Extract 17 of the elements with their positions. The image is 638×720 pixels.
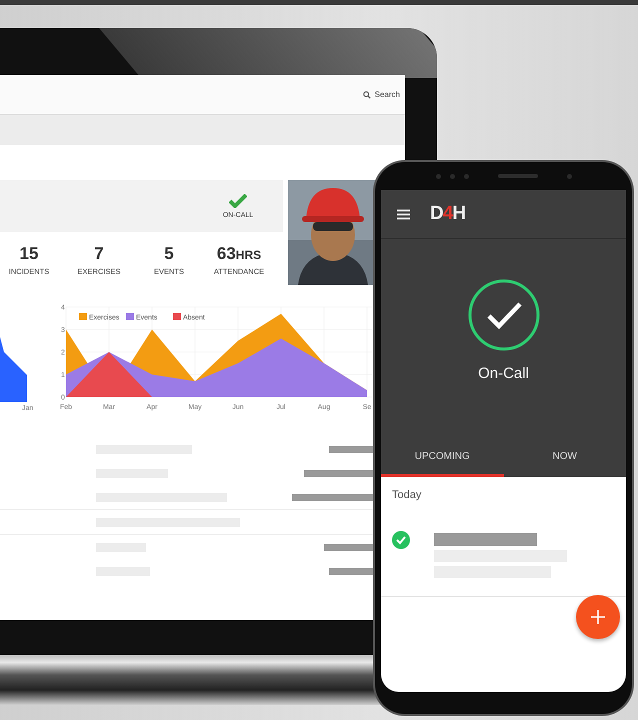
stat-value: 7 — [94, 244, 104, 264]
menu-icon[interactable] — [397, 208, 410, 220]
legend-swatch — [79, 313, 87, 320]
logo: D4H — [430, 203, 466, 225]
search-icon — [362, 90, 371, 98]
section-heading: Today — [392, 489, 422, 501]
tab[interactable]: NOW — [504, 439, 626, 477]
add-button[interactable] — [576, 595, 620, 639]
stat-value: 63HRS — [216, 244, 262, 264]
legend-swatch — [126, 313, 134, 320]
stat-value: 15 — [20, 244, 38, 264]
stat-value: 5 — [164, 244, 174, 264]
plus-icon — [591, 610, 605, 624]
status-label: On-Call — [478, 365, 529, 382]
tab[interactable]: UPCOMING — [381, 439, 504, 477]
search-field[interactable]: Search — [362, 90, 400, 99]
legend-swatch — [173, 313, 181, 320]
